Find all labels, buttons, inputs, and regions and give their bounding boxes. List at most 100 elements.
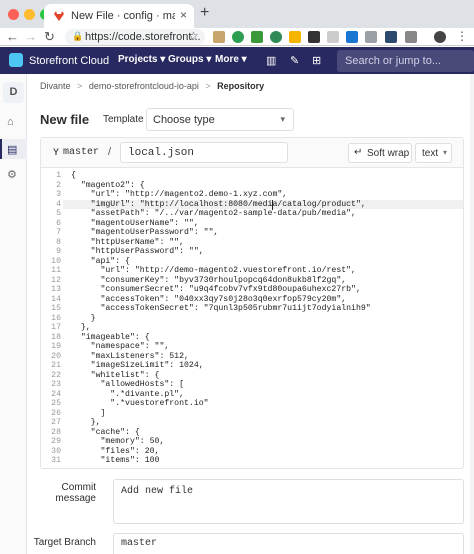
profile-avatar-icon[interactable] (434, 31, 446, 43)
extension-icon-10[interactable] (385, 31, 397, 43)
more-menu[interactable]: More ▾ (215, 54, 247, 65)
line-number: 2 (56, 180, 61, 190)
code-line: "accessTokenSecret": "7qunl3p505rubmr7u1… (71, 304, 371, 313)
extension-icon-6[interactable] (308, 31, 320, 43)
extension-icon-7[interactable] (327, 31, 339, 43)
code-line: "imageSizeLimit": 1024, (71, 361, 204, 370)
close-window-button[interactable] (8, 9, 19, 20)
commit-message-value: Add new file (121, 486, 194, 497)
code-line: "imgUrl": "http://localhost:8080/media/c… (71, 199, 366, 209)
new-tab-button[interactable]: + (200, 4, 209, 22)
extension-icon-1[interactable] (213, 31, 225, 43)
file-name-input[interactable]: local.json (120, 142, 288, 163)
browser-menu-icon[interactable]: ⋮ (456, 29, 468, 43)
breadcrumb-project[interactable]: demo-storefrontcloud-io-api (89, 81, 199, 91)
code-line: }, (71, 323, 91, 332)
line-number: 24 (51, 389, 61, 399)
wrench-icon[interactable]: ✎ (290, 54, 299, 67)
address-url: https://code.storefront... (85, 31, 201, 43)
commit-message-input[interactable]: Add new file (113, 479, 464, 524)
extension-icon-8[interactable] (346, 31, 358, 43)
commit-label-line-1: Commit (61, 482, 96, 493)
line-number: 3 (56, 190, 61, 199)
line-number: 11 (51, 266, 61, 275)
tab-title: New File · config · master · Div (71, 10, 175, 22)
code-line: ".*divante.pl", (71, 389, 185, 399)
address-bar[interactable]: 🔒 https://code.storefront... (65, 29, 205, 45)
projects-menu[interactable]: Projects ▾ (118, 54, 165, 65)
target-branch-input[interactable]: master (113, 533, 464, 554)
reload-icon[interactable]: ↻ (44, 29, 55, 45)
page-scrollbar[interactable] (470, 74, 474, 554)
tab-close-icon[interactable]: × (180, 8, 187, 22)
line-number: 31 (51, 456, 61, 465)
back-icon[interactable]: ← (6, 29, 19, 44)
line-number: 7 (56, 228, 61, 237)
extension-icon-5[interactable] (289, 31, 301, 43)
line-number: 19 (51, 342, 61, 351)
code-line: ".*vuestorefront.io" (71, 399, 209, 408)
code-line: } (71, 313, 96, 323)
target-branch-label: Target Branch (33, 537, 96, 548)
file-mode-select[interactable]: text ▾ (415, 143, 452, 163)
extension-icon-9[interactable] (365, 31, 377, 43)
line-number: 22 (51, 370, 61, 380)
code-line: "files": 20, (71, 446, 160, 456)
line-number-gutter: 1 2 3 4 5 6 7 8 9 10 11 12 13 14 15 16 17 18 19 20 21 22 23 24 2… (41, 169, 63, 468)
project-avatar[interactable]: D (3, 82, 24, 103)
path-separator: / (108, 146, 112, 158)
browser-tab-strip: New File · config · master · Div × + (0, 0, 474, 28)
template-select[interactable]: Choose type ▾ (146, 108, 294, 131)
code-line: "namespace": "", (71, 342, 170, 351)
code-line: "maxListeners": 512, (71, 351, 189, 361)
branch-name: master (63, 147, 100, 158)
page-title: New file (40, 112, 90, 127)
commit-message-label: Commit message (54, 482, 96, 504)
extension-icon-4[interactable] (270, 31, 282, 43)
code-line: "memory": 50, (71, 437, 165, 446)
branch-icon: Y (53, 147, 60, 157)
breadcrumb-current[interactable]: Repository (217, 81, 264, 91)
home-icon[interactable]: ⌂ (7, 116, 14, 128)
storefront-logo-icon[interactable] (9, 53, 23, 67)
breadcrumb-separator: > (205, 81, 211, 91)
extension-icon-3[interactable] (251, 31, 263, 43)
forward-icon[interactable]: → (24, 29, 37, 44)
code-line: "consumerKey": "byv3730rhoulpopcq64don8u… (71, 275, 347, 285)
target-branch-value: master (121, 538, 158, 549)
line-number: 13 (51, 285, 61, 294)
groups-menu[interactable]: Groups ▾ (168, 54, 211, 65)
line-number: 17 (51, 323, 61, 332)
line-number: 12 (51, 275, 61, 285)
gitlab-favicon-icon (54, 11, 64, 21)
commit-label-line-2: message (55, 493, 96, 504)
line-number: 5 (56, 209, 61, 218)
breadcrumb-separator: > (77, 81, 83, 91)
browser-toolbar: ← → ↻ 🔒 https://code.storefront... ☆ ⋮ (0, 28, 474, 46)
line-number: 23 (51, 380, 61, 389)
browser-tab[interactable]: New File · config · master · Div × (44, 4, 194, 28)
breadcrumb-group[interactable]: Divante (40, 81, 71, 91)
line-number: 8 (56, 237, 61, 247)
bookmark-star-icon[interactable]: ☆ (188, 29, 199, 43)
line-number: 4 (56, 199, 61, 209)
file-editor: Y master / local.json ↵ Soft wrap text ▾… (40, 137, 464, 469)
minimize-window-button[interactable] (24, 9, 35, 20)
line-number: 6 (56, 218, 61, 228)
repository-icon[interactable]: ▤ (7, 143, 17, 156)
search-input[interactable]: Search or jump to... (337, 50, 474, 72)
code-line: "magentoUserName": "", (71, 218, 199, 228)
plus-menu-icon[interactable]: ⊞ (312, 54, 321, 67)
text-cursor (272, 199, 273, 210)
chevron-down-icon: ▾ (442, 148, 447, 157)
lock-icon: 🔒 (72, 31, 84, 41)
brand-name[interactable]: Storefront Cloud (29, 55, 109, 67)
settings-icon[interactable]: ⚙ (7, 168, 17, 181)
line-number: 1 (56, 171, 61, 180)
code-line: "imageable": { (71, 332, 150, 342)
extension-icon-2[interactable] (232, 31, 244, 43)
extension-icon-11[interactable] (405, 31, 417, 43)
activity-chart-icon[interactable]: ▥ (266, 54, 276, 67)
code-editor[interactable]: 1 2 3 4 5 6 7 8 9 10 11 12 13 14 15 16 17 18 19 20 21 22 23 24 2… (41, 169, 463, 468)
soft-wrap-button[interactable]: ↵ Soft wrap (348, 143, 412, 163)
